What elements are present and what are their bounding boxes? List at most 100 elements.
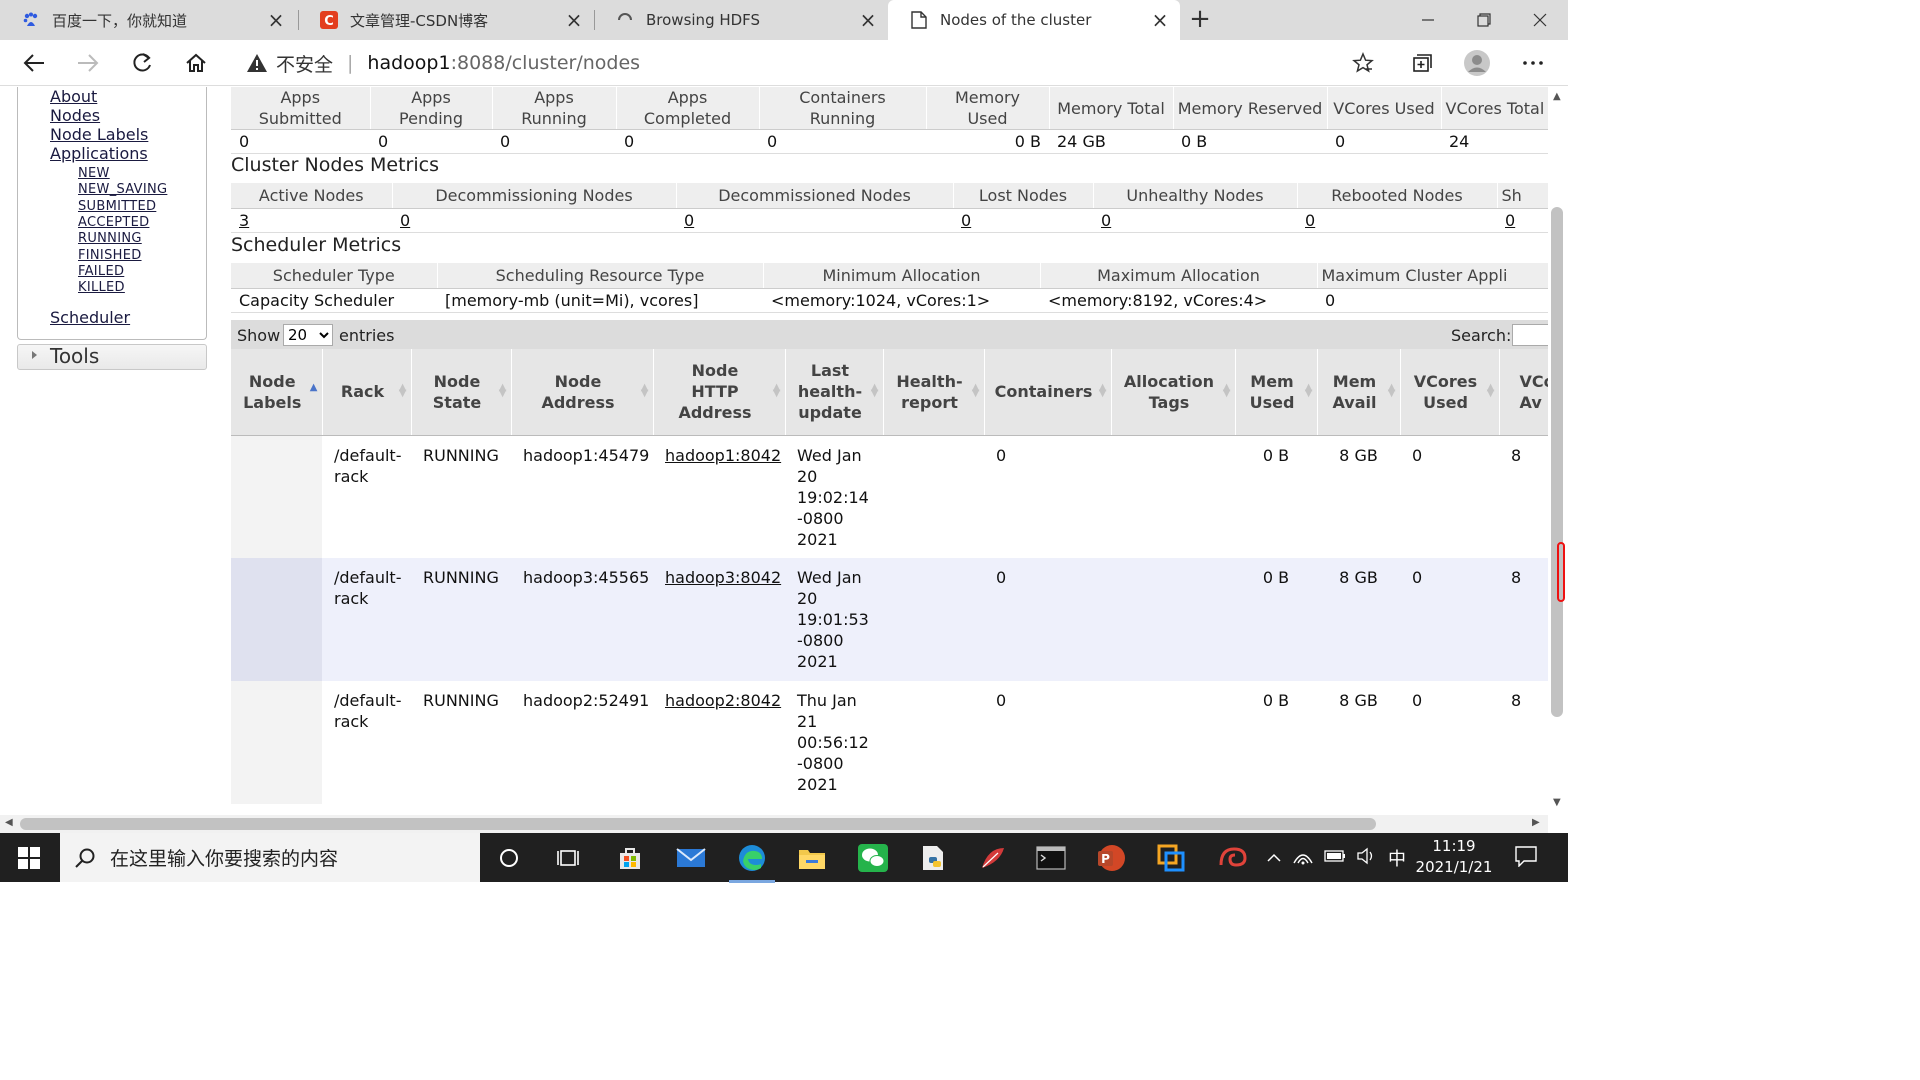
scroll-right-icon[interactable]: ▶	[1532, 817, 1540, 828]
wifi-icon[interactable]	[1292, 847, 1314, 869]
powerpoint-icon[interactable]: P	[1094, 841, 1128, 875]
col-node-address[interactable]: Node Address ▲ ▼	[511, 349, 654, 436]
col-vcores-avail[interactable]: VCoAv	[1499, 349, 1548, 436]
expand-triangle-icon	[32, 351, 37, 359]
favorite-star-icon[interactable]	[1346, 46, 1380, 80]
horizontal-scrollbar[interactable]: ◀ ▶	[0, 815, 1548, 833]
profile-avatar-icon[interactable]	[1460, 46, 1494, 80]
col-mem-used[interactable]: Mem Used ▲ ▼	[1235, 349, 1318, 436]
tray-overflow-chevron-icon[interactable]	[1266, 850, 1282, 866]
ime-indicator[interactable]: 中	[1388, 845, 1406, 871]
tab-nodes-active[interactable]: Nodes of the cluster ×	[888, 0, 1180, 40]
taskbar-search-box[interactable]: 在这里输入你要搜索的内容	[60, 833, 480, 882]
close-tab-icon[interactable]: ×	[564, 8, 584, 32]
cluster-nodes-metrics-table: Active Nodes Decommissioning Nodes Decom…	[231, 183, 1548, 233]
mail-icon[interactable]	[674, 841, 708, 875]
back-icon[interactable]	[17, 46, 51, 80]
close-tab-icon[interactable]: ×	[266, 8, 286, 32]
restore-icon[interactable]	[1456, 0, 1512, 40]
unhealthy-nodes-link[interactable]: 0	[1101, 211, 1111, 230]
task-view-icon[interactable]	[551, 841, 585, 875]
minimize-icon[interactable]	[1400, 0, 1456, 40]
horizontal-scroll-thumb[interactable]	[20, 818, 1376, 830]
address-bar[interactable]: 不安全 | hadoop1:8088/cluster/nodes	[232, 45, 1390, 81]
sidebar-link-nodes[interactable]: Nodes	[50, 106, 100, 125]
snail-app-icon[interactable]	[1216, 841, 1250, 875]
vertical-scrollbar[interactable]: ▲ ▼	[1548, 87, 1568, 815]
decommissioning-nodes-link[interactable]: 0	[400, 211, 410, 230]
sidebar-link-state-new[interactable]: NEW	[78, 166, 110, 181]
col-node-labels[interactable]: Node Labels ▲	[231, 349, 323, 436]
taskbar-clock[interactable]: 11:19 2021/1/21	[1414, 836, 1494, 878]
col-health-report[interactable]: Health-report ▲ ▼	[883, 349, 985, 436]
sidebar-link-scheduler[interactable]: Scheduler	[50, 308, 130, 327]
node-http-address-link[interactable]: hadoop1:8042	[665, 446, 781, 465]
node-http-address-cell: hadoop1:8042	[653, 435, 785, 558]
shutdown-nodes-link[interactable]: 0	[1505, 211, 1515, 230]
col-scheduling-resource-type: Scheduling Resource Type	[437, 263, 764, 289]
scroll-up-icon[interactable]: ▲	[1553, 91, 1561, 102]
more-menu-icon[interactable]	[1516, 46, 1550, 80]
scroll-left-icon[interactable]: ◀	[5, 817, 13, 828]
close-window-icon[interactable]	[1512, 0, 1568, 40]
tab-hdfs[interactable]: Browsing HDFS ×	[594, 0, 888, 40]
sidebar-link-node-labels[interactable]: Node Labels	[50, 125, 148, 144]
sidebar-link-about[interactable]: About	[50, 87, 97, 106]
tab-baidu[interactable]: 百度一下，你就知道 ×	[0, 0, 296, 40]
vertical-scroll-thumb[interactable]	[1551, 207, 1563, 717]
sidebar-link-state-running[interactable]: RUNNING	[78, 231, 142, 246]
new-tab-button[interactable]: +	[1186, 4, 1214, 36]
sidebar-link-applications[interactable]: Applications	[50, 144, 148, 163]
sidebar-link-state-killed[interactable]: KILLED	[78, 280, 125, 295]
microsoft-store-icon[interactable]	[613, 841, 647, 875]
close-tab-icon[interactable]: ×	[1150, 8, 1170, 32]
sidebar-link-state-new-saving[interactable]: NEW_SAVING	[78, 182, 167, 197]
decommissioned-nodes-link[interactable]: 0	[684, 211, 694, 230]
col-node-http-address[interactable]: Node HTTP Address ▲ ▼	[653, 349, 786, 436]
col-containers[interactable]: Containers ▲ ▼	[984, 349, 1112, 436]
node-http-address-link[interactable]: hadoop2:8042	[665, 691, 781, 710]
col-rack[interactable]: Rack ▲ ▼	[322, 349, 412, 436]
file-explorer-icon[interactable]	[795, 841, 829, 875]
active-nodes-link[interactable]: 3	[239, 211, 249, 230]
url-path: :8088/cluster/nodes	[450, 52, 641, 74]
close-tab-icon[interactable]: ×	[858, 8, 878, 32]
node-http-address-link[interactable]: hadoop3:8042	[665, 568, 781, 587]
col-allocation-tags[interactable]: Allocation Tags ▲ ▼	[1111, 349, 1236, 436]
sidebar-link-state-failed[interactable]: FAILED	[78, 264, 124, 279]
edge-browser-icon[interactable]	[729, 841, 775, 883]
svg-text:C: C	[324, 14, 334, 29]
vmware-icon[interactable]	[1154, 841, 1188, 875]
tab-csdn[interactable]: C 文章管理-CSDN博客 ×	[298, 0, 594, 40]
sidebar-link-state-submitted[interactable]: SUBMITTED	[78, 199, 156, 214]
wechat-icon[interactable]	[856, 841, 890, 875]
col-vcores-used[interactable]: VCores Used ▲ ▼	[1400, 349, 1500, 436]
home-icon[interactable]	[179, 46, 213, 80]
collections-icon[interactable]	[1405, 46, 1439, 80]
terminal-icon[interactable]	[1034, 841, 1068, 875]
baidu-paw-icon	[22, 11, 40, 29]
volume-icon[interactable]	[1356, 847, 1378, 869]
feather-app-icon[interactable]	[976, 841, 1010, 875]
col-node-state[interactable]: Node State ▲ ▼	[411, 349, 512, 436]
sidebar-link-state-finished[interactable]: FINISHED	[78, 248, 142, 263]
last-health-update-cell: Thu Jan 21 00:56:12 -0800 2021	[785, 681, 883, 804]
cortana-icon[interactable]	[492, 841, 526, 875]
notification-center-icon[interactable]	[1514, 845, 1538, 871]
col-mem-avail[interactable]: Mem Avail ▲ ▼	[1317, 349, 1401, 436]
col-last-health-update[interactable]: Last health-update ▲ ▼	[785, 349, 884, 436]
python-file-icon[interactable]	[916, 841, 950, 875]
scroll-down-icon[interactable]: ▼	[1553, 797, 1561, 808]
forward-icon[interactable]	[71, 46, 105, 80]
lost-nodes-link[interactable]: 0	[961, 211, 971, 230]
search-input[interactable]	[1512, 324, 1548, 346]
sidebar-link-state-accepted[interactable]: ACCEPTED	[78, 215, 149, 230]
tools-accordion-header[interactable]: Tools	[17, 344, 207, 370]
battery-icon[interactable]	[1324, 849, 1346, 867]
minimum-allocation-value: <memory:1024, vCores:1>	[763, 288, 1040, 313]
refresh-icon[interactable]	[125, 46, 159, 80]
page-size-select[interactable]: 20	[283, 324, 333, 346]
rebooted-nodes-link[interactable]: 0	[1305, 211, 1315, 230]
windows-start-icon[interactable]	[18, 847, 40, 873]
allocation-tags-cell	[1111, 435, 1235, 558]
